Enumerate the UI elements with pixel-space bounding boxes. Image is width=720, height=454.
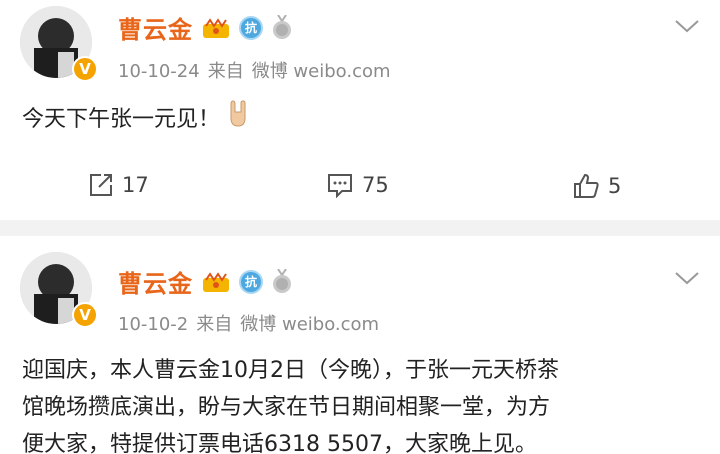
avatar[interactable]: V xyxy=(20,252,98,328)
post-text-content: 今天下午张一元见！ xyxy=(22,107,221,132)
source-prefix: 来自 xyxy=(196,314,233,335)
kang-badge: 抗 xyxy=(239,15,263,40)
verified-badge: V xyxy=(72,56,98,82)
crown-icon xyxy=(201,16,231,40)
chevron-down-icon[interactable] xyxy=(674,270,700,286)
comment-icon xyxy=(328,174,352,198)
author-name[interactable]: 曹云金 xyxy=(118,264,193,299)
chevron-down-icon[interactable] xyxy=(674,18,700,34)
post-meta: 10-10-24 来自 微博 weibo.com xyxy=(118,57,399,83)
post-text-line: 迎国庆，本人曹云金10月2日（今晚），于张一元天桥茶 xyxy=(22,358,559,383)
post-text-line: 便大家，特提供订票电话6318 5507，大家晚上见。 xyxy=(22,432,537,454)
post-card: V 曹云金 抗 10-10-24 来自 微博 weibo.com 今天下午张一元见！ xyxy=(0,0,720,220)
author-name[interactable]: 曹云金 xyxy=(118,10,193,45)
author-row: 曹云金 抗 xyxy=(118,10,293,45)
forward-count: 17 xyxy=(122,173,149,197)
medal-icon xyxy=(271,14,293,41)
like-button[interactable]: 5 xyxy=(572,172,621,200)
post-date: 10-10-2 xyxy=(118,314,189,335)
kang-badge: 抗 xyxy=(239,269,263,294)
post-date: 10-10-24 xyxy=(118,61,200,82)
post-source[interactable]: 微博 weibo.com xyxy=(252,61,391,82)
forward-icon xyxy=(90,174,112,196)
post-text: 迎国庆，本人曹云金10月2日（今晚），于张一元天桥茶 馆晚场攒底演出，盼与大家在… xyxy=(22,352,712,454)
forward-button[interactable]: 17 xyxy=(88,172,149,198)
like-count: 5 xyxy=(608,174,622,198)
action-bar: 17 75 5 xyxy=(0,168,720,208)
comment-button[interactable]: 75 xyxy=(326,172,389,198)
avatar[interactable]: V xyxy=(20,6,98,82)
crown-icon xyxy=(201,270,231,294)
post-source[interactable]: 微博 weibo.com xyxy=(240,314,379,335)
rock-hand-emoji-icon xyxy=(226,100,250,140)
post-text-line: 馆晚场攒底演出，盼与大家在节日期间相聚一堂，为方 xyxy=(22,395,551,420)
comment-count: 75 xyxy=(362,173,389,197)
author-row: 曹云金 抗 xyxy=(118,264,293,299)
medal-icon xyxy=(271,268,293,295)
post-text: 今天下午张一元见！ xyxy=(22,100,250,140)
thumbs-up-icon xyxy=(574,173,599,198)
post-meta: 10-10-2 来自 微博 weibo.com xyxy=(118,310,387,336)
verified-badge: V xyxy=(72,302,98,328)
source-prefix: 来自 xyxy=(207,61,244,82)
